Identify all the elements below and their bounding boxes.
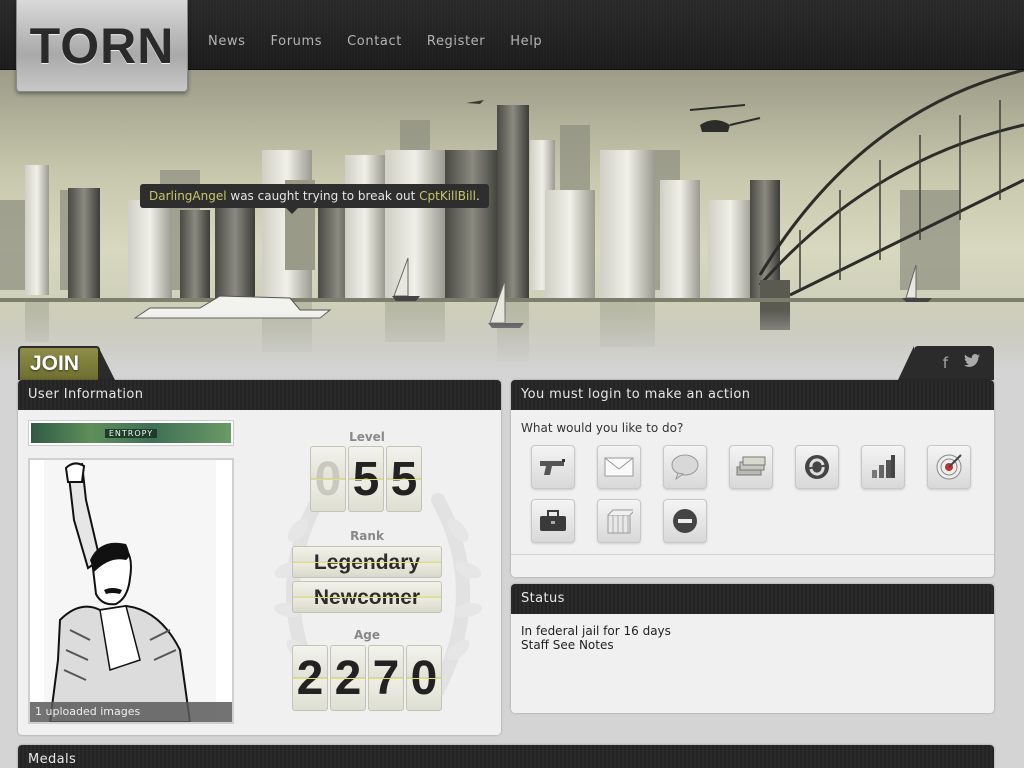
trade-icon — [805, 455, 829, 479]
user-info-panel: User Information ENTROPY 1 uploaded imag… — [18, 380, 501, 735]
age-digit: 2 — [330, 645, 366, 711]
mail-icon — [604, 457, 634, 477]
level-counter: 0 5 5 — [310, 446, 422, 512]
social-links: f — [898, 346, 994, 380]
avatar-caption: 1 uploaded images — [30, 702, 232, 722]
city-banner — [0, 70, 1024, 370]
main-nav: News Forums Contact Register Help — [208, 34, 567, 49]
twitter-icon[interactable] — [964, 354, 980, 372]
bail-button[interactable] — [597, 499, 641, 543]
age-digit: 7 — [368, 645, 404, 711]
trade-button[interactable] — [795, 445, 839, 489]
target-icon — [936, 454, 962, 480]
tooltip-user-cptkillbill[interactable]: CptKillBill — [419, 189, 476, 203]
stats-bars-icon — [872, 455, 895, 478]
tooltip-text: was caught trying to break out — [226, 189, 420, 203]
age-digit: 0 — [406, 645, 442, 711]
gun-icon — [540, 459, 565, 475]
level-digit: 5 — [348, 446, 384, 512]
level-digit: 5 — [386, 446, 422, 512]
user-info-title: User Information — [18, 380, 501, 410]
actions-prompt: What would you like to do? — [521, 421, 684, 435]
send-money-button[interactable] — [729, 445, 773, 489]
level-digit: 0 — [310, 446, 346, 512]
bounty-button[interactable] — [927, 445, 971, 489]
status-line-2: Staff See Notes — [521, 638, 614, 652]
nav-help[interactable]: Help — [510, 34, 542, 49]
block-button[interactable] — [663, 499, 707, 543]
status-panel: Status In federal jail for 16 days Staff… — [511, 584, 994, 713]
chat-button[interactable] — [663, 445, 707, 489]
torn-logo[interactable]: TORN — [16, 0, 188, 92]
avatar[interactable]: 1 uploaded images — [28, 458, 234, 724]
no-entry-icon — [673, 509, 697, 533]
medals-panel: Medals — [18, 745, 994, 768]
rank-line-1: Legendary — [292, 546, 442, 578]
join-tab[interactable]: JOIN — [18, 346, 116, 382]
status-line-1: In federal jail for 16 days — [521, 624, 671, 638]
age-counter: 2 2 7 0 — [292, 645, 442, 711]
facebook-icon[interactable]: f — [943, 354, 948, 372]
money-icon — [736, 456, 766, 476]
nav-contact[interactable]: Contact — [347, 34, 402, 49]
tooltip-user-darlingangel[interactable]: DarlingAngel — [149, 189, 227, 203]
actions-panel: You must login to make an action What wo… — [511, 380, 994, 577]
cage-icon — [607, 509, 633, 534]
nav-forums[interactable]: Forums — [271, 34, 323, 49]
actions-title: You must login to make an action — [511, 380, 994, 410]
job-button[interactable] — [531, 499, 575, 543]
nav-news[interactable]: News — [208, 34, 246, 49]
briefcase-icon — [540, 510, 566, 531]
age-label: Age — [353, 628, 380, 642]
status-title: Status — [511, 584, 994, 614]
faction-tag: ENTROPY — [104, 428, 158, 438]
action-icons — [531, 445, 991, 543]
age-digit: 2 — [292, 645, 328, 711]
rank-line-2: Newcomer — [292, 581, 442, 613]
event-tooltip: DarlingAngel was caught trying to break … — [140, 184, 489, 214]
actions-divider — [511, 554, 994, 555]
rank-label: Rank — [350, 529, 384, 543]
medals-title[interactable]: Medals — [18, 745, 994, 768]
stats-button[interactable] — [861, 445, 905, 489]
chat-bubble-icon — [671, 454, 699, 480]
message-button[interactable] — [597, 445, 641, 489]
tooltip-end: . — [475, 189, 480, 203]
nav-register[interactable]: Register — [427, 34, 485, 49]
avatar-image — [30, 460, 232, 722]
attack-button[interactable] — [531, 445, 575, 489]
level-label: Level — [349, 430, 385, 444]
join-bar: JOIN f — [18, 346, 994, 382]
status-text: In federal jail for 16 days Staff See No… — [521, 624, 671, 652]
faction-banner[interactable]: ENTROPY — [28, 420, 234, 446]
